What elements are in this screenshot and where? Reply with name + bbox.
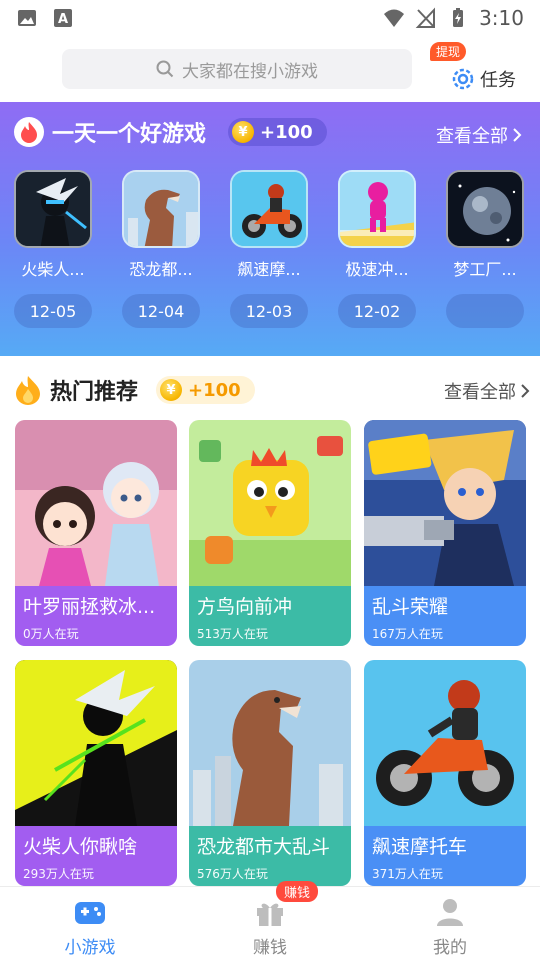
game-icon-planet xyxy=(446,170,524,248)
status-time: 3:10 xyxy=(479,6,524,30)
gift-icon xyxy=(257,903,283,926)
hot-title: 热门推荐 xyxy=(50,380,139,405)
daily-coin-amount: +100 xyxy=(260,121,313,143)
game-card[interactable]: 方鸟向前冲 513万人在玩 xyxy=(189,420,351,646)
app-screen: A 3:10 大家都在搜小游戏 提现 任务 一天一个好游戏 ¥ +100 查看全… xyxy=(0,0,540,960)
coin-icon: ¥ xyxy=(160,379,183,401)
game-art-yeluoli xyxy=(15,420,177,586)
game-icon-dinosaur xyxy=(122,170,200,248)
game-icon-runner xyxy=(338,170,416,248)
game-card-players: 371万人在玩 xyxy=(372,867,443,881)
daily-game-item[interactable]: 飙速摩... 12-03 xyxy=(230,170,310,328)
daily-game-item[interactable]: 梦工厂... xyxy=(446,170,526,328)
nav-label: 小游戏 xyxy=(64,938,116,958)
daily-game-item[interactable]: 火柴人... 12-05 xyxy=(14,170,94,328)
wifi-icon xyxy=(384,9,405,27)
daily-game-name: 梦工厂... xyxy=(453,260,517,279)
game-card-name: 火柴人你瞅啥 xyxy=(23,836,138,858)
task-label: 任务 xyxy=(480,70,516,91)
bottom-nav: 小游戏 赚钱 赚钱 我的 xyxy=(0,881,540,960)
no-signal-icon xyxy=(415,7,436,28)
daily-game-date: 12-04 xyxy=(122,294,200,328)
daily-game-item[interactable]: 极速冲... 12-02 xyxy=(338,170,418,328)
svg-text:A: A xyxy=(58,12,68,27)
game-card-players: 513万人在玩 xyxy=(197,627,268,641)
status-bar: A 3:10 xyxy=(0,0,540,36)
earn-badge: 赚钱 xyxy=(276,881,319,902)
daily-view-all-link[interactable]: 查看全部 xyxy=(436,122,522,148)
gamepad-icon xyxy=(75,902,105,924)
search-row: 大家都在搜小游戏 提现 任务 xyxy=(0,36,540,100)
gear-icon xyxy=(452,68,474,90)
game-card-footer: 飙速摩托车 371万人在玩 xyxy=(364,826,526,886)
daily-view-all-label: 查看全部 xyxy=(436,126,508,147)
daily-game-date: 12-05 xyxy=(14,294,92,328)
gallery-icon xyxy=(18,10,36,26)
game-card[interactable]: 火柴人你瞅啥 293万人在玩 xyxy=(15,660,177,886)
daily-title: 一天一个好游戏 xyxy=(52,122,207,147)
game-card-name: 方鸟向前冲 xyxy=(197,596,293,618)
game-icon-motorbike xyxy=(230,170,308,248)
game-card-footer: 恐龙都市大乱斗 576万人在玩 xyxy=(189,826,351,886)
search-icon xyxy=(156,60,174,78)
coin-icon: ¥ xyxy=(232,121,255,143)
hot-coin-reward: ¥ +100 xyxy=(156,376,255,404)
nav-label: 赚钱 xyxy=(253,938,287,958)
game-card-name: 恐龙都市大乱斗 xyxy=(197,836,331,858)
hot-coin-amount: +100 xyxy=(188,379,241,401)
hot-view-all-link[interactable]: 查看全部 xyxy=(444,378,530,404)
hot-fire-icon xyxy=(16,376,40,405)
game-card-name: 飙速摩托车 xyxy=(372,836,468,858)
withdraw-badge: 提现 xyxy=(430,42,467,61)
game-card-players: 576万人在玩 xyxy=(197,867,268,881)
search-placeholder: 大家都在搜小游戏 xyxy=(182,61,318,82)
nav-item-mini-games[interactable]: 小游戏 xyxy=(0,887,180,960)
daily-games-list: 火柴人... 12-05 恐龙都... 12-04 飙速摩... 12-03 极… xyxy=(14,170,534,350)
game-card-name: 叶罗丽拯救冰... xyxy=(23,596,156,618)
nav-item-profile[interactable]: 我的 xyxy=(360,887,540,960)
chevron-right-icon xyxy=(521,384,530,398)
game-card-footer: 乱斗荣耀 167万人在玩 xyxy=(364,586,526,646)
daily-game-panel: 一天一个好游戏 ¥ +100 查看全部 火柴人... 12-05 恐龙都... … xyxy=(0,102,540,356)
daily-game-date: 12-02 xyxy=(338,294,416,328)
game-art-stickman xyxy=(15,660,177,826)
chevron-right-icon xyxy=(513,128,522,142)
daily-coin-reward: ¥ +100 xyxy=(228,118,327,146)
fire-icon xyxy=(14,117,44,147)
nav-item-earn[interactable]: 赚钱 赚钱 xyxy=(180,881,360,960)
hot-view-all-label: 查看全部 xyxy=(444,382,516,403)
game-card-footer: 叶罗丽拯救冰... 0万人在玩 xyxy=(15,586,177,646)
daily-game-name: 极速冲... xyxy=(345,260,409,279)
user-icon xyxy=(437,899,463,926)
game-card[interactable]: 恐龙都市大乱斗 576万人在玩 xyxy=(189,660,351,886)
daily-game-name: 飙速摩... xyxy=(237,260,301,279)
game-art-dinosaur xyxy=(189,660,351,826)
daily-header: 一天一个好游戏 ¥ +100 xyxy=(14,116,327,148)
game-card-players: 167万人在玩 xyxy=(372,627,443,641)
daily-game-date: 12-03 xyxy=(230,294,308,328)
game-card-players: 0万人在玩 xyxy=(23,627,79,641)
font-app-icon: A xyxy=(54,9,72,27)
search-input[interactable]: 大家都在搜小游戏 xyxy=(62,49,412,89)
daily-game-date xyxy=(446,294,524,328)
task-button[interactable]: 提现 任务 xyxy=(430,36,536,100)
game-card-name: 乱斗荣耀 xyxy=(372,596,449,618)
game-card-players: 293万人在玩 xyxy=(23,867,94,881)
daily-game-name: 火柴人... xyxy=(21,260,85,279)
game-card[interactable]: 叶罗丽拯救冰... 0万人在玩 xyxy=(15,420,177,646)
daily-game-item[interactable]: 恐龙都... 12-04 xyxy=(122,170,202,328)
game-card[interactable]: 乱斗荣耀 167万人在玩 xyxy=(364,420,526,646)
game-icon-stickman xyxy=(14,170,92,248)
game-art-motorbike xyxy=(364,660,526,826)
game-card-footer: 方鸟向前冲 513万人在玩 xyxy=(189,586,351,646)
battery-charging-icon xyxy=(453,8,464,27)
daily-game-name: 恐龙都... xyxy=(129,260,193,279)
game-art-brawl xyxy=(364,420,526,586)
hot-header: 热门推荐 ¥ +100 查看全部 xyxy=(14,372,534,408)
nav-label: 我的 xyxy=(433,938,467,958)
game-art-bird xyxy=(189,420,351,586)
game-card[interactable]: 飙速摩托车 371万人在玩 xyxy=(364,660,526,886)
game-card-footer: 火柴人你瞅啥 293万人在玩 xyxy=(15,826,177,886)
